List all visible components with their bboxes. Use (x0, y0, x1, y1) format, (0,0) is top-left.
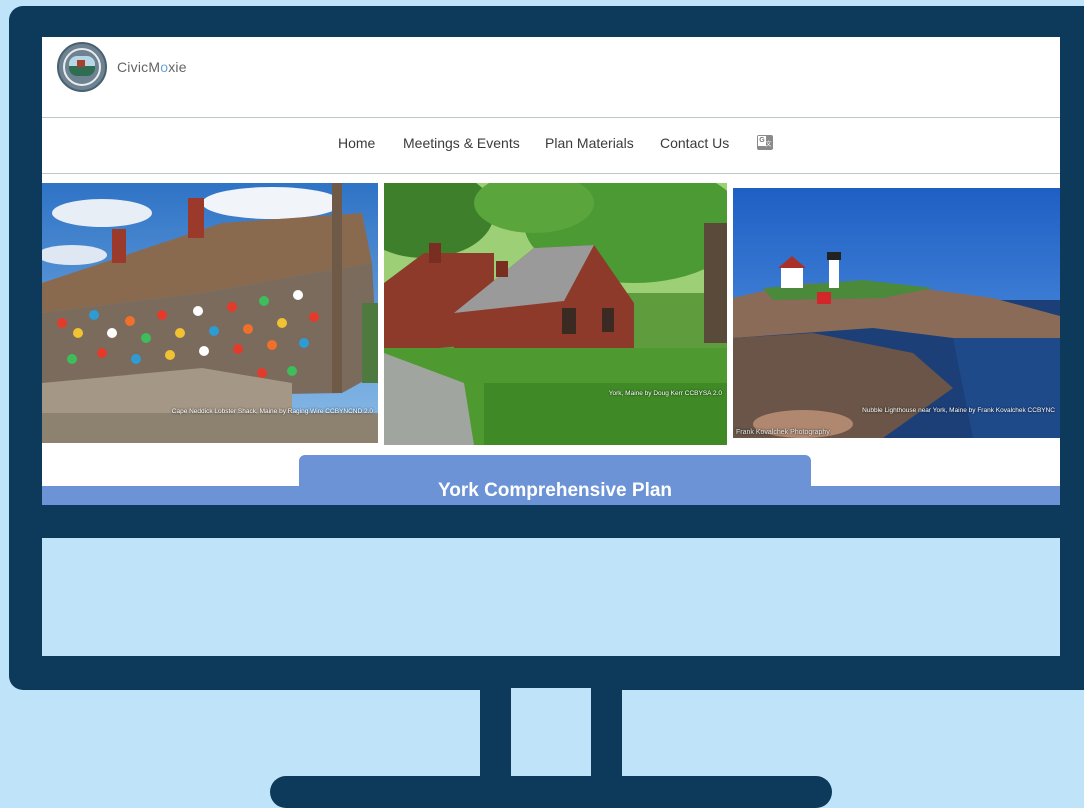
monitor-lower-panel (42, 538, 1060, 656)
town-seal-icon[interactable] (57, 42, 107, 92)
york-buildings-image (384, 183, 727, 445)
hero-title-tab: York Comprehensive Plan (299, 455, 811, 505)
nav-item-home[interactable]: Home (338, 135, 375, 151)
photo-nubble-lighthouse: Nubble Lighthouse near York, Maine by Fr… (733, 188, 1060, 438)
brand-name[interactable]: CivicMoxie (117, 59, 187, 75)
photo-york-buildings: York, Maine by Doug Kerr CCBYSA 2.0 (384, 183, 727, 445)
nav-item-contact-us[interactable]: Contact Us (660, 135, 729, 151)
nav-item-meetings-events[interactable]: Meetings & Events (403, 135, 520, 151)
site-header: CivicMoxie (42, 37, 1060, 118)
photo-lobster-shack: Cape Neddick Lobster Shack, Maine by Rag… (42, 183, 378, 443)
photo-caption: Nubble Lighthouse near York, Maine by Fr… (862, 407, 1055, 414)
photo-caption: Cape Neddick Lobster Shack, Maine by Rag… (171, 408, 373, 415)
nubble-lighthouse-image (733, 188, 1060, 438)
website-screen: CivicMoxie Home Meetings & Events Plan M… (42, 37, 1060, 505)
nav-item-plan-materials[interactable]: Plan Materials (545, 135, 634, 151)
google-translate-icon[interactable]: G 文 (757, 135, 773, 150)
photo-caption: York, Maine by Doug Kerr CCBYSA 2.0 (608, 390, 722, 397)
page-title: York Comprehensive Plan (437, 480, 673, 501)
photo-watermark: Frank Kovalchek Photography (736, 429, 830, 436)
monitor-stand-base (270, 776, 832, 808)
monitor-stand-gap (511, 688, 591, 778)
main-nav: Home Meetings & Events Plan Materials Co… (42, 135, 1060, 174)
lobster-shack-image (42, 183, 378, 443)
